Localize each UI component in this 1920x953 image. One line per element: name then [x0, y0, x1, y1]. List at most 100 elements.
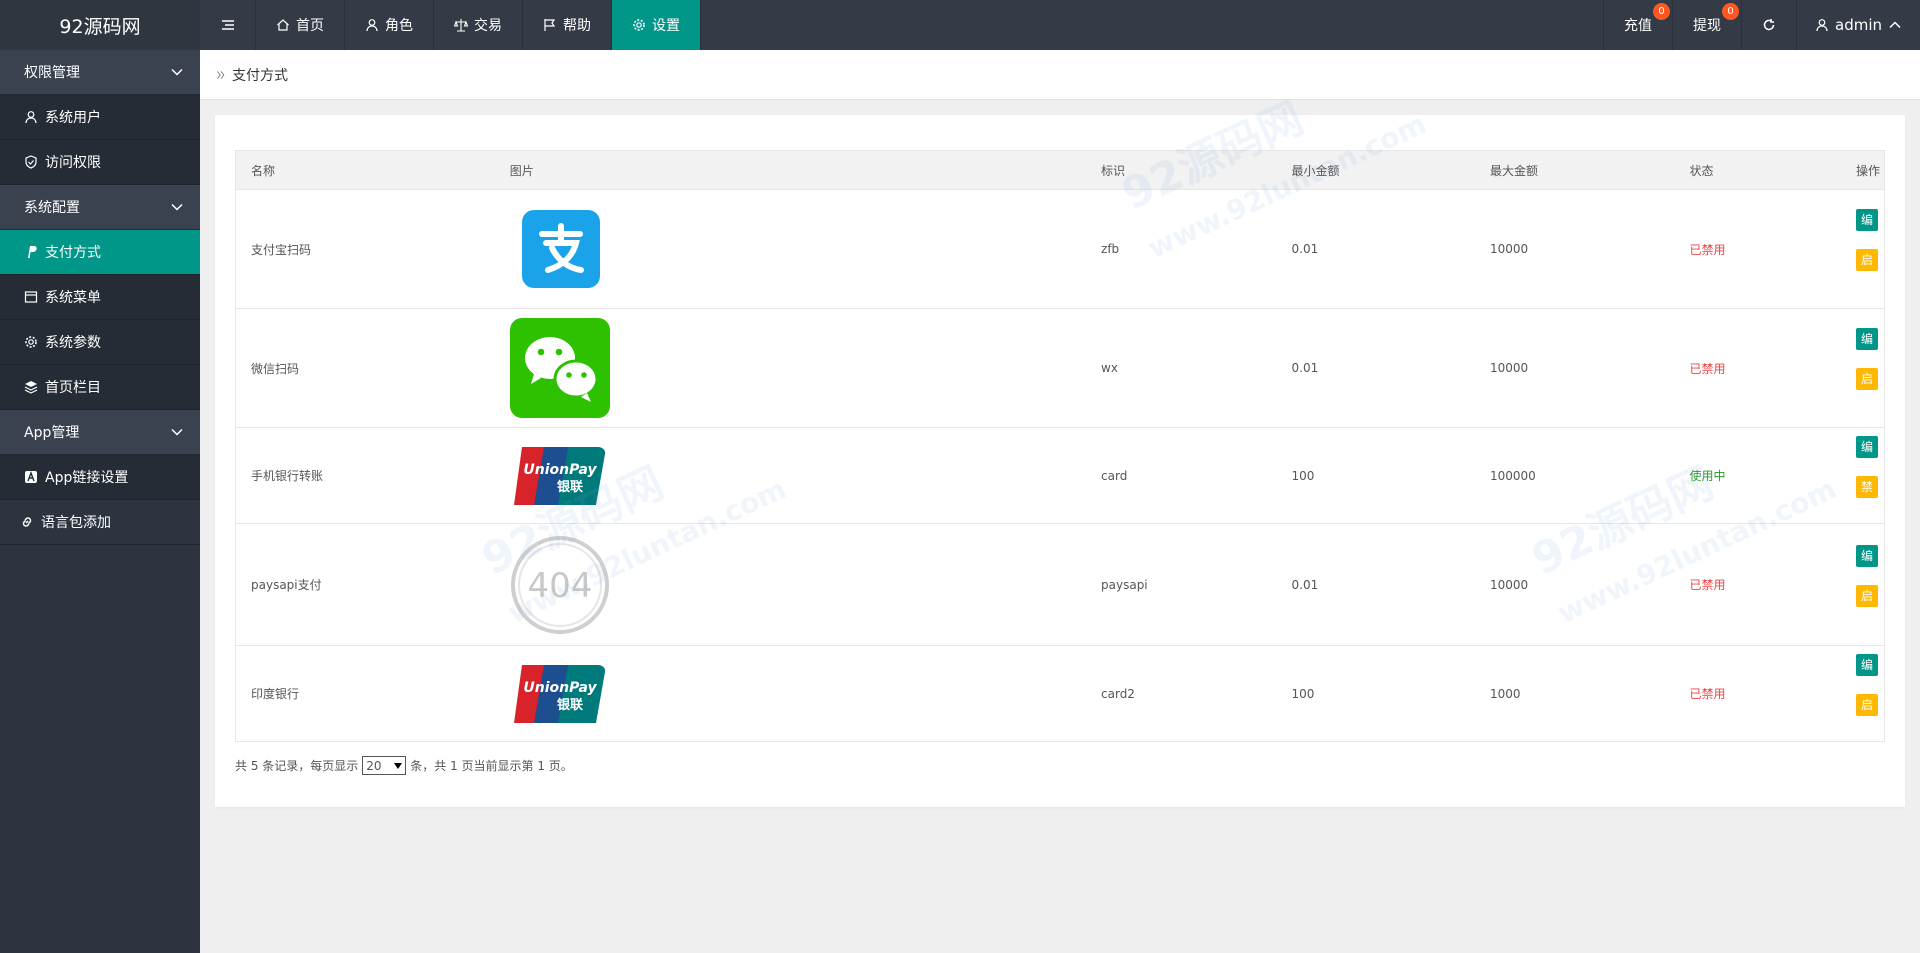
cell-status: 已禁用	[1674, 308, 1841, 428]
sidebar-group-app[interactable]: App管理	[0, 410, 200, 455]
cell-min: 0.01	[1276, 308, 1475, 428]
refresh-icon	[1763, 19, 1775, 31]
double-chevron-right-icon	[217, 70, 225, 79]
table-row: 微信扫码 wx 0.01 10000 已禁用 编 辑启 用	[234, 308, 1885, 428]
cell-min: 100	[1276, 645, 1475, 742]
brand-logo[interactable]: 92源码网	[0, 0, 200, 50]
cell-actions: 编 辑启 用	[1840, 308, 1885, 428]
user-name: admin	[1835, 16, 1882, 34]
edit-button[interactable]: 编 辑	[1855, 435, 1878, 476]
toggle-status-button[interactable]: 启 用	[1855, 368, 1878, 408]
payment-methods-card: 名称 图片 标识 最小金额 最大金额 状态 操作 支付宝扫码 zfb 0.01 …	[215, 115, 1905, 807]
sidebar-item-home-columns[interactable]: 首页栏目	[0, 365, 200, 410]
withdraw-badge: 0	[1722, 3, 1739, 20]
cell-min: 0.01	[1276, 523, 1475, 646]
table-row: 支付宝扫码 zfb 0.01 10000 已禁用 编 辑启 用	[234, 189, 1885, 309]
edit-button[interactable]: 编 辑	[1855, 544, 1878, 585]
sidebar-group-label: 系统配置	[24, 200, 80, 216]
page-size-select[interactable]: 20	[362, 756, 407, 775]
sidebar-group-label: 权限管理	[24, 65, 80, 81]
nav-trade[interactable]: 交易	[434, 0, 523, 50]
col-max: 最大金额	[1474, 150, 1675, 190]
col-name: 名称	[234, 150, 495, 190]
gear-icon	[25, 336, 37, 348]
sidebar-item-language[interactable]: 语言包添加	[0, 500, 200, 545]
unionpay-text: UnionPay	[523, 680, 597, 696]
cell-image	[494, 189, 1087, 309]
cell-name: 手机银行转账	[234, 427, 495, 524]
nav-help[interactable]: 帮助	[523, 0, 612, 50]
edit-button[interactable]: 编 辑	[1855, 653, 1878, 694]
cell-image: 404	[494, 523, 1087, 646]
chevron-down-icon	[171, 203, 183, 211]
cell-image: UnionPay 银联	[494, 427, 1087, 524]
top-bar: 92源码网 首页 角色 交易 帮助 设置 充值 0 提现 0 admin	[0, 0, 1920, 50]
link-icon	[22, 517, 32, 527]
table-row: paysapi支付 404 paysapi 0.01 10000 已禁用 编 辑…	[234, 523, 1885, 646]
sidebar-item-payment[interactable]: 支付方式	[0, 230, 200, 275]
sidebar-item-app-links[interactable]: App链接设置	[0, 455, 200, 500]
sidebar: 权限管理 系统用户 访问权限 系统配置 支付方式 系统菜单 系统参数 首页栏目 …	[0, 50, 200, 953]
edit-button[interactable]: 编 辑	[1855, 209, 1878, 249]
sidebar-toggle-button[interactable]	[200, 0, 256, 50]
nav-home[interactable]: 首页	[256, 0, 345, 50]
cell-status: 已禁用	[1674, 523, 1841, 646]
sidebar-item-system-params[interactable]: 系统参数	[0, 320, 200, 365]
user-menu[interactable]: admin	[1796, 0, 1920, 50]
toggle-status-button[interactable]: 禁 用	[1855, 475, 1878, 516]
alipay-logo	[521, 210, 600, 288]
cell-code: card2	[1086, 645, 1277, 742]
flag-icon	[544, 19, 556, 31]
col-actions: 操作	[1840, 150, 1885, 190]
nav-settings[interactable]: 设置	[612, 0, 701, 50]
nav-role[interactable]: 角色	[345, 0, 434, 50]
page-size-value: 20	[366, 758, 382, 773]
sidebar-item-label: 系统用户	[45, 110, 101, 126]
toggle-status-button[interactable]: 启 用	[1855, 693, 1878, 734]
toggle-status-button[interactable]: 启 用	[1855, 584, 1878, 625]
sidebar-item-label: 系统菜单	[45, 290, 101, 306]
unionpay-logo: UnionPay 银联	[513, 446, 605, 505]
paypal-icon	[28, 246, 37, 258]
nav-home-label: 首页	[296, 18, 324, 34]
cell-code: wx	[1086, 308, 1277, 428]
recharge-label: 充值	[1624, 18, 1652, 34]
sidebar-item-label: 语言包添加	[41, 515, 111, 531]
chevron-down-icon	[171, 68, 183, 76]
cell-status: 使用中	[1674, 427, 1841, 524]
sidebar-item-label: 支付方式	[45, 245, 101, 261]
edit-button[interactable]: 编 辑	[1855, 328, 1878, 368]
cell-actions: 编 辑禁 用	[1840, 427, 1885, 524]
cell-min: 0.01	[1276, 189, 1475, 309]
layers-icon	[24, 381, 38, 394]
caret-down-icon	[394, 762, 403, 769]
sidebar-group-label: App管理	[24, 425, 80, 441]
cell-max: 100000	[1474, 427, 1675, 524]
table-row: 印度银行 UnionPay 银联 card2 100 1000 已禁用 编 辑启…	[234, 645, 1885, 742]
recharge-button[interactable]: 充值 0	[1603, 0, 1672, 50]
pager-summary-after: 条，共 1 页当前显示第 1 页。	[410, 759, 573, 773]
cell-code: card	[1086, 427, 1277, 524]
sidebar-item-system-users[interactable]: 系统用户	[0, 95, 200, 140]
refresh-button[interactable]	[1741, 0, 1796, 50]
top-nav-right: 充值 0 提现 0 admin	[1603, 0, 1920, 50]
pagination: 共 5 条记录，每页显示 20 条，共 1 页当前显示第 1 页。	[235, 756, 573, 775]
cell-min: 100	[1276, 427, 1475, 524]
not-found-text: 404	[527, 566, 592, 606]
cell-code: zfb	[1086, 189, 1277, 309]
sidebar-group-system-config[interactable]: 系统配置	[0, 185, 200, 230]
sidebar-item-system-menu[interactable]: 系统菜单	[0, 275, 200, 320]
cell-actions: 编 辑启 用	[1840, 189, 1885, 309]
user-icon	[366, 19, 378, 32]
unionpay-text: UnionPay	[523, 462, 597, 478]
scale-icon	[454, 19, 468, 32]
cell-name: paysapi支付	[234, 523, 495, 646]
cell-actions: 编 辑启 用	[1840, 645, 1885, 742]
toggle-status-button[interactable]: 启 用	[1855, 249, 1878, 289]
sidebar-item-access[interactable]: 访问权限	[0, 140, 200, 185]
withdraw-button[interactable]: 提现 0	[1672, 0, 1741, 50]
menu-icon	[221, 20, 234, 30]
withdraw-label: 提现	[1693, 18, 1721, 34]
sidebar-group-permission[interactable]: 权限管理	[0, 50, 200, 95]
payment-methods-table: 名称 图片 标识 最小金额 最大金额 状态 操作 支付宝扫码 zfb 0.01 …	[234, 150, 1885, 742]
